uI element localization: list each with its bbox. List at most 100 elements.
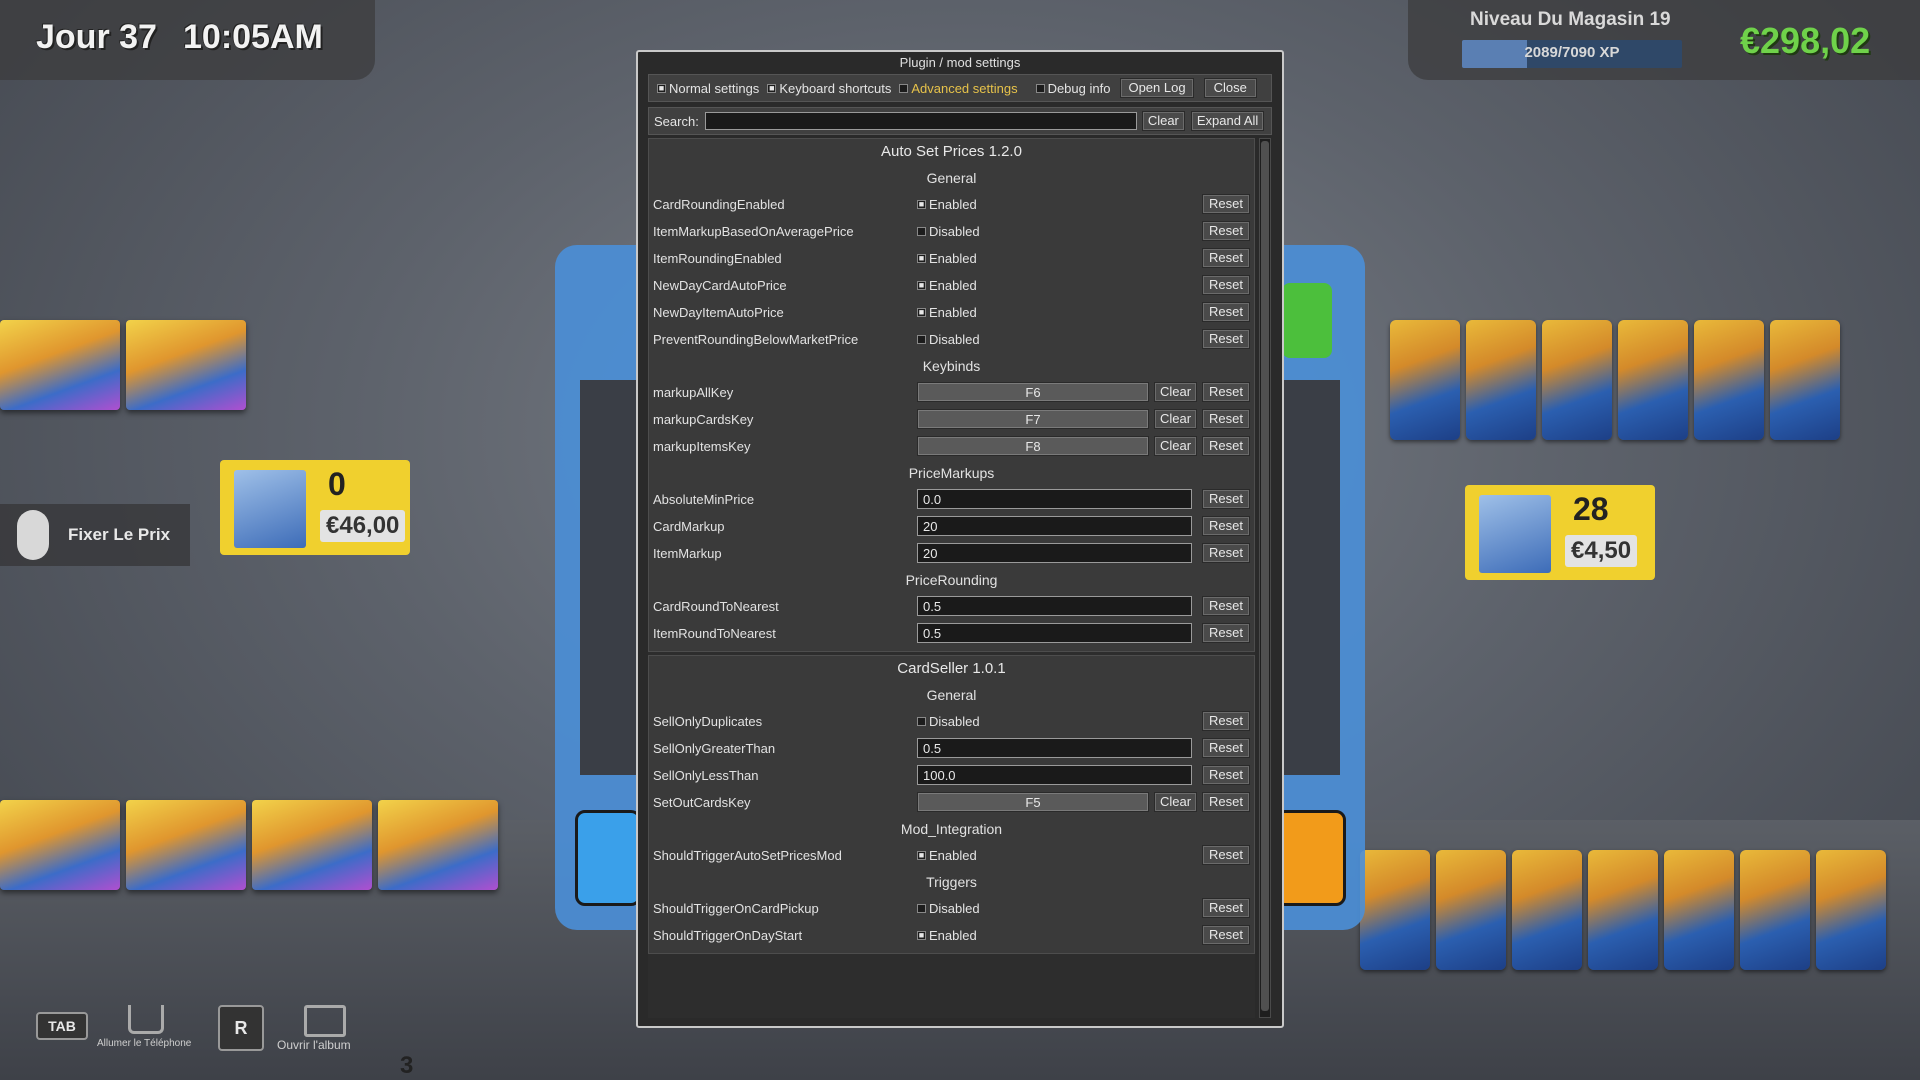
reset-button[interactable]: Reset <box>1202 765 1250 785</box>
setting-text-input[interactable] <box>917 623 1192 643</box>
dialog-title: Plugin / mod settings <box>899 55 1021 70</box>
keybind-clear-button[interactable]: Clear <box>1154 382 1198 402</box>
reset-button[interactable]: Reset <box>1202 194 1250 214</box>
setting-text-input[interactable] <box>917 543 1192 563</box>
toggle-label: Debug info <box>1047 80 1111 96</box>
setting-group-title: Triggers <box>926 874 977 890</box>
hud-time: 10:05AM <box>183 18 323 56</box>
setting-toggle[interactable]: ■ Enabled <box>917 305 977 320</box>
setting-toggle[interactable]: Disabled <box>917 224 980 239</box>
expand-all-button[interactable]: Expand All <box>1190 111 1265 131</box>
reset-button[interactable]: Reset <box>1202 516 1250 536</box>
setting-group-title: Keybinds <box>922 358 981 374</box>
product-pack <box>1694 320 1764 440</box>
reset-button[interactable]: Reset <box>1202 275 1250 295</box>
reset-button[interactable]: Reset <box>1202 543 1250 563</box>
reset-button[interactable]: Reset <box>1202 845 1250 865</box>
reset-button[interactable]: Reset <box>1202 623 1250 643</box>
open-log-button[interactable]: Open Log <box>1120 78 1194 98</box>
reset-button[interactable]: Reset <box>1202 925 1250 945</box>
setting-toggle[interactable]: ■ Enabled <box>917 251 977 266</box>
search-input[interactable] <box>704 112 1137 130</box>
reset-button[interactable]: Reset <box>1202 302 1250 322</box>
checkbox-icon[interactable] <box>917 904 926 913</box>
reset-button[interactable]: Reset <box>1202 436 1250 456</box>
checkbox-icon[interactable] <box>917 227 926 236</box>
terminal-orange-button <box>1275 810 1346 906</box>
checkbox-icon[interactable]: ■ <box>917 281 926 290</box>
reset-button[interactable]: Reset <box>1202 738 1250 758</box>
settings-scrollbar[interactable] <box>1259 138 1271 1018</box>
reset-button[interactable]: Reset <box>1202 248 1250 268</box>
checkbox-icon[interactable] <box>917 717 926 726</box>
checkbox-icon[interactable]: ■ <box>657 83 666 93</box>
setting-label: SellOnlyDuplicates <box>653 714 763 729</box>
scrollbar-thumb[interactable] <box>1261 141 1269 1011</box>
close-button[interactable]: Close <box>1203 78 1257 98</box>
reset-button[interactable]: Reset <box>1202 329 1250 349</box>
reset-button[interactable]: Reset <box>1202 382 1250 402</box>
setting-group-title: General <box>926 687 977 703</box>
toggle-keyboard-shortcuts[interactable]: ■ Keyboard shortcuts <box>767 81 891 96</box>
setting-toggle[interactable]: ■ Enabled <box>917 278 977 293</box>
setting-toggle-label: Disabled <box>929 714 980 729</box>
setting-toggle[interactable]: ■ Enabled <box>917 197 977 212</box>
setting-group-title: PriceRounding <box>905 572 998 588</box>
keybind-button[interactable]: F7 <box>917 409 1149 429</box>
setting-row: SellOnlyLessThan Reset <box>649 762 1254 789</box>
product-row-right <box>1390 320 1840 440</box>
setting-text-input[interactable] <box>917 489 1192 509</box>
setting-text-input[interactable] <box>917 516 1192 536</box>
product-box <box>252 800 372 890</box>
checkbox-icon[interactable]: ■ <box>917 200 926 209</box>
reset-button[interactable]: Reset <box>1202 898 1250 918</box>
keybind-clear-button[interactable]: Clear <box>1154 409 1198 429</box>
toggle-advanced-settings[interactable]: Advanced settings <box>899 81 1018 96</box>
reset-button[interactable]: Reset <box>1202 792 1250 812</box>
checkbox-icon[interactable] <box>917 335 926 344</box>
keybind-button[interactable]: F5 <box>917 792 1149 812</box>
setting-row: SellOnlyGreaterThan Reset <box>649 735 1254 762</box>
checkbox-icon[interactable]: ■ <box>767 83 777 93</box>
keybind-clear-button[interactable]: Clear <box>1154 792 1198 812</box>
setting-toggle[interactable]: ■ Enabled <box>917 928 977 943</box>
checkbox-icon[interactable] <box>1035 83 1045 93</box>
setting-toggle-label: Enabled <box>929 928 977 943</box>
setting-text-input[interactable] <box>917 596 1192 616</box>
product-box <box>126 320 246 410</box>
reset-button[interactable]: Reset <box>1202 409 1250 429</box>
setting-label: ShouldTriggerOnCardPickup <box>653 901 819 916</box>
reset-button[interactable]: Reset <box>1202 489 1250 509</box>
setting-toggle[interactable]: Disabled <box>917 714 980 729</box>
setting-text-input[interactable] <box>917 738 1192 758</box>
plugin-section-title: Auto Set Prices 1.2.0 <box>881 143 1022 160</box>
checkbox-icon[interactable]: ■ <box>917 851 926 860</box>
checkbox-icon[interactable] <box>899 83 909 93</box>
setting-text-input[interactable] <box>917 765 1192 785</box>
shop-level: Niveau Du Magasin 19 <box>1470 9 1671 30</box>
checkbox-icon[interactable]: ■ <box>917 308 926 317</box>
price-tag-price: €46,00 <box>320 510 406 542</box>
toggle-debug-info[interactable]: Debug info <box>1035 80 1111 96</box>
keybind-button[interactable]: F8 <box>917 436 1149 456</box>
setting-toggle-label: Disabled <box>929 332 980 347</box>
checkbox-icon[interactable]: ■ <box>917 254 926 263</box>
keybind-button[interactable]: F6 <box>917 382 1149 402</box>
keybind-clear-button[interactable]: Clear <box>1154 436 1198 456</box>
setting-label: ItemRoundToNearest <box>653 626 776 641</box>
money-display: €298,02 <box>1740 20 1871 61</box>
setting-toggle[interactable]: Disabled <box>917 901 980 916</box>
setting-row: CardMarkup Reset <box>649 513 1254 540</box>
setting-toggle[interactable]: Disabled <box>917 332 980 347</box>
setting-toggle-label: Enabled <box>929 278 977 293</box>
toggle-normal-settings[interactable]: ■ Normal settings <box>657 81 759 96</box>
checkbox-icon[interactable]: ■ <box>917 931 926 940</box>
setting-toggle[interactable]: ■ Enabled <box>917 848 977 863</box>
search-clear-button[interactable]: Clear <box>1141 111 1185 131</box>
reset-button[interactable]: Reset <box>1202 221 1250 241</box>
reset-button[interactable]: Reset <box>1202 596 1250 616</box>
product-thumbnail <box>234 470 306 548</box>
reset-button[interactable]: Reset <box>1202 711 1250 731</box>
price-tag-price: €4,50 <box>1565 535 1638 567</box>
setting-label: CardMarkup <box>653 519 725 534</box>
